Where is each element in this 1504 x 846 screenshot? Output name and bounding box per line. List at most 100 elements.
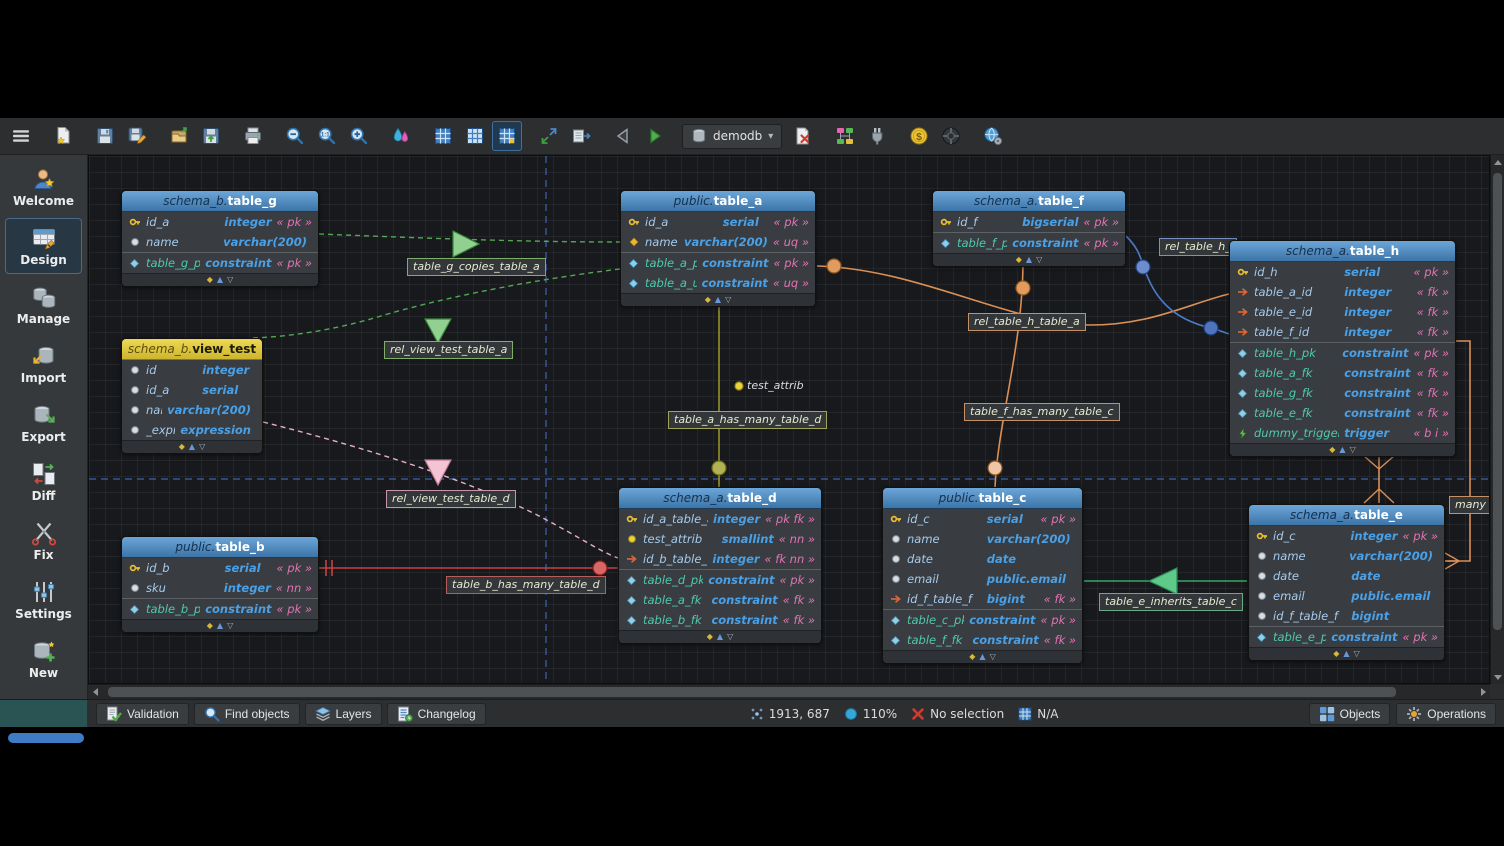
constraint-row[interactable]: table_a_fkconstraint« fk » — [619, 590, 821, 610]
constraint-row[interactable]: table_g_fkconstraint« fk » — [1230, 383, 1455, 403]
grid-overview-button[interactable] — [428, 121, 458, 151]
zoom-in-button[interactable] — [344, 121, 374, 151]
load-button[interactable] — [164, 121, 194, 151]
relationship-line-crow_foot_table_e_right[interactable] — [1445, 553, 1459, 569]
sidebar-item-diff[interactable]: Diff — [5, 454, 82, 510]
layers-button[interactable]: Layers — [305, 703, 382, 725]
new-model-button[interactable] — [48, 121, 78, 151]
relationship-line-table_f_has_many_table_c[interactable] — [995, 260, 1023, 487]
column-row[interactable]: table_a_idinteger« fk » — [1230, 282, 1455, 302]
scroll-right-button[interactable] — [1476, 685, 1490, 699]
column-row[interactable]: test_attribsmallint« nn » — [619, 529, 821, 549]
column-row[interactable]: emailpublic.email — [883, 569, 1082, 589]
sidebar-item-import[interactable]: Import — [5, 336, 82, 392]
entity-header[interactable]: schema_a.table_e — [1249, 505, 1444, 526]
relationship-label[interactable]: table_b_has_many_table_d — [446, 576, 606, 594]
table-table_a[interactable]: public.table_aid_aserial« pk »namevarcha… — [620, 190, 816, 307]
save-as-button[interactable] — [122, 121, 152, 151]
compact-view-button[interactable] — [534, 121, 564, 151]
table-table_f[interactable]: schema_a.table_fid_fbigserial« pk »table… — [932, 190, 1126, 267]
configurations-button[interactable] — [978, 121, 1008, 151]
support-button[interactable] — [936, 121, 966, 151]
entity-header[interactable]: public.table_c — [883, 488, 1082, 509]
scroll-down-button[interactable] — [1491, 670, 1504, 684]
constraint-row[interactable]: table_e_pkconstraint« pk » — [1249, 627, 1444, 647]
constraint-row[interactable]: table_b_pkconstraint« pk » — [122, 599, 318, 619]
column-row[interactable]: id_f_table_fbigint« fk » — [883, 589, 1082, 609]
constraint-row[interactable]: table_f_fkconstraint« fk » — [883, 630, 1082, 650]
entity-header[interactable]: schema_b.view_test — [122, 339, 262, 360]
close-database-button[interactable] — [788, 121, 818, 151]
constraint-row[interactable]: table_b_fkconstraint« fk » — [619, 610, 821, 630]
column-row[interactable]: namevarchar(200) — [1249, 546, 1444, 566]
column-row[interactable]: table_e_idinteger« fk » — [1230, 302, 1455, 322]
entity-header[interactable]: schema_a.table_d — [619, 488, 821, 509]
sidebar-item-welcome[interactable]: Welcome — [5, 159, 82, 215]
database-selector[interactable]: demodb▾ — [682, 124, 782, 149]
entity-header[interactable]: schema_a.table_f — [933, 191, 1125, 212]
relationship-label[interactable]: rel_view_test_table_a — [384, 341, 513, 359]
column-row[interactable]: emailpublic.email — [1249, 586, 1444, 606]
plugins-button[interactable] — [862, 121, 892, 151]
entity-header[interactable]: public.table_a — [621, 191, 815, 212]
canvas-horizontal-scrollbar[interactable] — [88, 684, 1490, 699]
save-button[interactable] — [90, 121, 120, 151]
column-row[interactable]: _exprexpression — [122, 420, 262, 440]
relationship-line-table_b_one_marks[interactable] — [326, 560, 332, 576]
table-table_g[interactable]: schema_b.table_gid_ainteger« pk »namevar… — [121, 190, 319, 287]
column-row[interactable]: id_a_table_ainteger« pk fk » — [619, 509, 821, 529]
appearance-button[interactable] — [386, 121, 416, 151]
column-row[interactable]: id_b_table_binteger« fk nn » — [619, 549, 821, 569]
view-view_test[interactable]: schema_b.view_testidintegerid_aserialnam… — [121, 338, 263, 454]
relationship-line-crow_foot_table_h_bottom[interactable] — [1364, 456, 1394, 469]
constraint-row[interactable]: table_a_uqconstraint« uq » — [621, 273, 815, 293]
constraint-row[interactable]: table_e_fkconstraint« fk » — [1230, 403, 1455, 423]
nav-forward-button[interactable] — [640, 121, 670, 151]
relationship-label[interactable]: table_a_has_many_table_d — [668, 411, 827, 429]
print-button[interactable] — [238, 121, 268, 151]
column-row[interactable]: id_fbigserial« pk » — [933, 212, 1125, 232]
constraint-row[interactable]: table_d_pkconstraint« pk » — [619, 570, 821, 590]
column-row[interactable]: id_cserial« pk » — [883, 509, 1082, 529]
relationship-label[interactable]: rel_table_h_ — [1159, 238, 1237, 256]
column-row[interactable]: table_f_idinteger« fk » — [1230, 322, 1455, 342]
sidebar-item-settings[interactable]: Settings — [5, 572, 82, 628]
find-objects-button[interactable]: Find objects — [194, 703, 300, 725]
sidebar-item-manage[interactable]: Manage — [5, 277, 82, 333]
validation-button[interactable]: Validation — [96, 703, 189, 725]
horizontal-scroll-thumb[interactable] — [108, 687, 1396, 697]
relationship-label[interactable]: table_g_copies_table_a — [407, 258, 546, 276]
table-table_e[interactable]: schema_a.table_eid_cinteger« pk »namevar… — [1248, 504, 1445, 661]
entity-header[interactable]: schema_b.table_g — [122, 191, 318, 212]
column-row[interactable]: namevarchar(200) — [122, 232, 318, 252]
vertical-scroll-track[interactable] — [1491, 169, 1504, 670]
column-row[interactable]: id_aserial — [122, 380, 262, 400]
constraint-row[interactable]: table_g_pkconstraint« pk » — [122, 253, 318, 273]
objects-button[interactable]: Objects — [1309, 703, 1391, 725]
sidebar-item-export[interactable]: Export — [5, 395, 82, 451]
model-canvas[interactable]: table_g_copies_table_a rel_view_test_tabl… — [88, 155, 1490, 684]
sidebar-item-design[interactable]: Design — [5, 218, 82, 274]
pagination-button[interactable] — [566, 121, 596, 151]
zoom-out-button[interactable] — [280, 121, 310, 151]
changelog-button[interactable]: Changelog — [387, 703, 486, 725]
grid-expand-button[interactable] — [492, 121, 522, 151]
table-table_c[interactable]: public.table_cid_cserial« pk »namevarcha… — [882, 487, 1083, 664]
column-row[interactable]: datedate — [883, 549, 1082, 569]
table-table_b[interactable]: public.table_bid_bserial« pk »skuinteger… — [121, 536, 319, 633]
nav-back-button[interactable] — [608, 121, 638, 151]
relationship-line-crow_foot_table_e_top[interactable] — [1364, 489, 1394, 503]
scroll-up-button[interactable] — [1491, 155, 1504, 169]
entity-header[interactable]: public.table_b — [122, 537, 318, 558]
column-row[interactable]: id_aserial« pk » — [621, 212, 815, 232]
relationship-label[interactable]: table_f_has_many_table_c — [964, 403, 1120, 421]
constraint-row[interactable]: table_c_pkconstraint« pk » — [883, 610, 1082, 630]
relationship-label[interactable]: rel_view_test_table_d — [386, 490, 516, 508]
constraint-row[interactable]: table_f_pkconstraint« pk » — [933, 233, 1125, 253]
column-row[interactable]: id_f_table_fbigint — [1249, 606, 1444, 626]
entity-header[interactable]: schema_a.table_h — [1230, 241, 1455, 262]
column-row[interactable]: id_hserial« pk » — [1230, 262, 1455, 282]
column-row[interactable]: datedate — [1249, 566, 1444, 586]
relationship-line-table_g_copies_table_a[interactable] — [319, 234, 620, 242]
horizontal-scroll-track[interactable] — [102, 685, 1476, 699]
